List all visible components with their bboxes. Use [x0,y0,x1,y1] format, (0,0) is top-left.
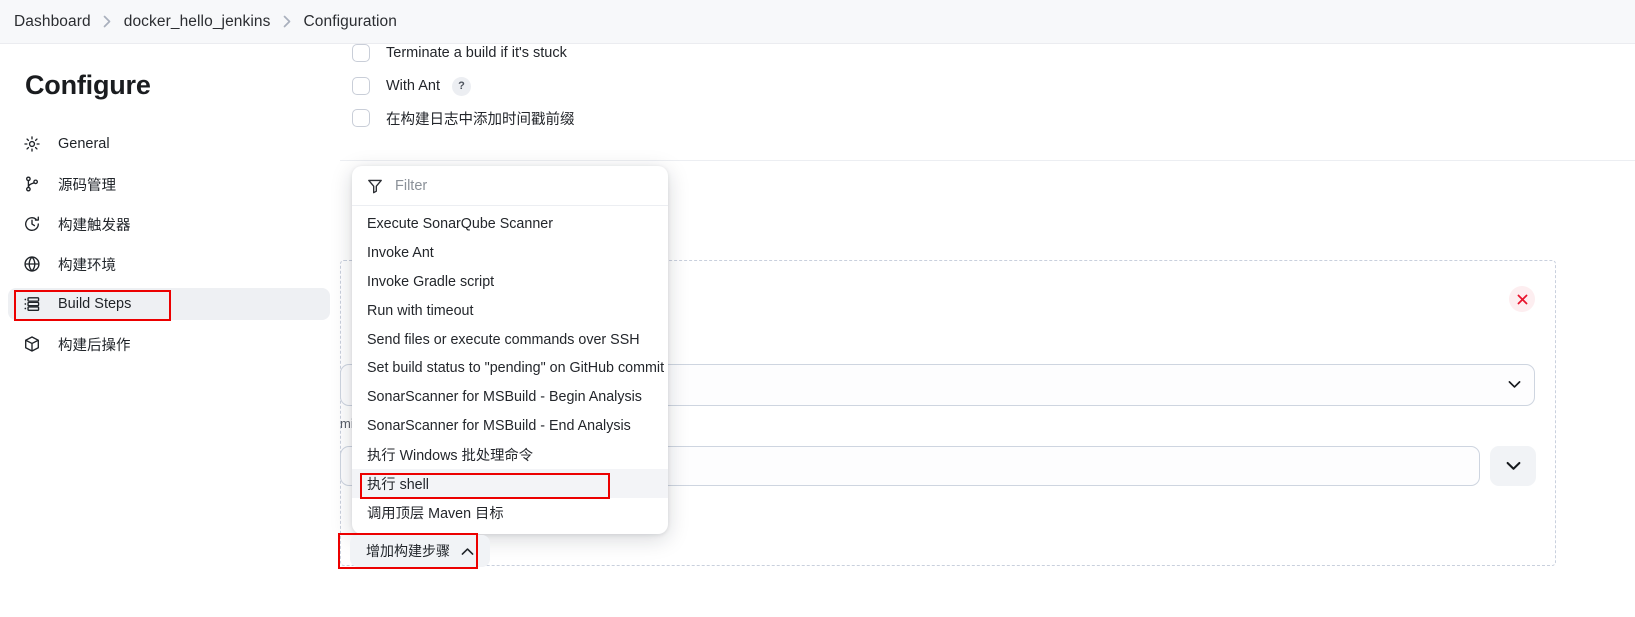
breadcrumb-item-project[interactable]: docker_hello_jenkins [124,13,271,31]
menu-item[interactable]: SonarScanner for MSBuild - End Analysis [352,412,668,441]
menu-item[interactable]: Execute SonarQube Scanner [352,210,668,239]
help-icon[interactable]: ? [452,76,471,96]
sidebar-item-build-steps[interactable]: Build Steps [8,288,330,320]
sidebar: Configure General 源码管理 构建触发器 构建环境 Build … [0,44,340,617]
sidebar-nav: General 源码管理 构建触发器 构建环境 Build Steps 构建后操… [8,128,330,368]
clock-icon [22,214,42,234]
checkbox-label: 在构建日志中添加时间戳前缀 [386,111,575,128]
menu-item[interactable]: Run with timeout [352,296,668,325]
add-build-step-label: 增加构建步骤 [366,543,450,559]
sidebar-item-general[interactable]: General [8,128,330,160]
chevron-up-icon [461,547,474,556]
menu-item[interactable]: 执行 Windows 批处理命令 [352,440,668,469]
checkbox-input[interactable] [352,109,370,127]
checkbox-label: With Ant [386,78,440,94]
checkbox-input[interactable] [352,77,370,95]
add-build-step-button[interactable]: 增加构建步骤 [350,535,490,567]
chevron-right-icon [283,15,292,28]
globe-icon [22,254,42,274]
close-icon[interactable] [1509,286,1535,312]
filter-input[interactable] [395,177,635,194]
menu-item[interactable]: Set build status to "pending" on GitHub … [352,354,668,383]
build-step-dropdown-button[interactable] [1490,446,1536,486]
sidebar-item-source-code-management[interactable]: 源码管理 [8,168,330,200]
menu-item[interactable]: 调用顶层 Maven 目标 [352,498,668,527]
sidebar-item-label: 构建触发器 [58,217,131,234]
breadcrumb-item-configuration[interactable]: Configuration [304,13,398,31]
sidebar-item-label: General [58,136,110,152]
sidebar-item-post-build-actions[interactable]: 构建后操作 [8,328,330,360]
menu-item[interactable]: Invoke Gradle script [352,268,668,297]
checkbox-input[interactable] [352,44,370,62]
sidebar-item-build-environment[interactable]: 构建环境 [8,248,330,280]
sidebar-item-label: 源码管理 [58,177,116,194]
dropdown-menu-list: Execute SonarQube Scanner Invoke Ant Inv… [352,206,668,527]
gear-icon [22,134,42,154]
git-branch-icon [22,174,42,194]
menu-item[interactable]: SonarScanner for MSBuild - Begin Analysi… [352,383,668,412]
sidebar-item-label: Build Steps [58,296,132,312]
chevron-down-icon [1508,376,1521,394]
checkbox-label: Terminate a build if it's stuck [386,45,567,61]
page-title: Configure [25,70,151,100]
chevron-right-icon [103,15,112,28]
package-icon [22,334,42,354]
list-icon [22,294,42,314]
checkbox-row-timestamp-prefix[interactable]: 在构建日志中添加时间戳前缀 [352,107,575,129]
checkbox-row-terminate-stuck-build[interactable]: Terminate a build if it's stuck [352,42,567,64]
sidebar-item-label: 构建环境 [58,257,116,274]
breadcrumb: Dashboard docker_hello_jenkins Configura… [0,0,1635,44]
checkbox-row-with-ant[interactable]: With Ant ? [352,75,471,97]
menu-item[interactable]: Invoke Ant [352,239,668,268]
funnel-icon [367,178,383,194]
sidebar-item-build-triggers[interactable]: 构建触发器 [8,208,330,240]
breadcrumb-item-dashboard[interactable]: Dashboard [14,13,91,31]
menu-item[interactable]: Send files or execute commands over SSH [352,325,668,354]
section-divider [340,160,1635,161]
filter-row [352,166,668,206]
sidebar-item-label: 构建后操作 [58,337,131,354]
menu-item-execute-shell[interactable]: 执行 shell [352,469,668,498]
build-step-dropdown-panel: Execute SonarQube Scanner Invoke Ant Inv… [352,166,668,534]
